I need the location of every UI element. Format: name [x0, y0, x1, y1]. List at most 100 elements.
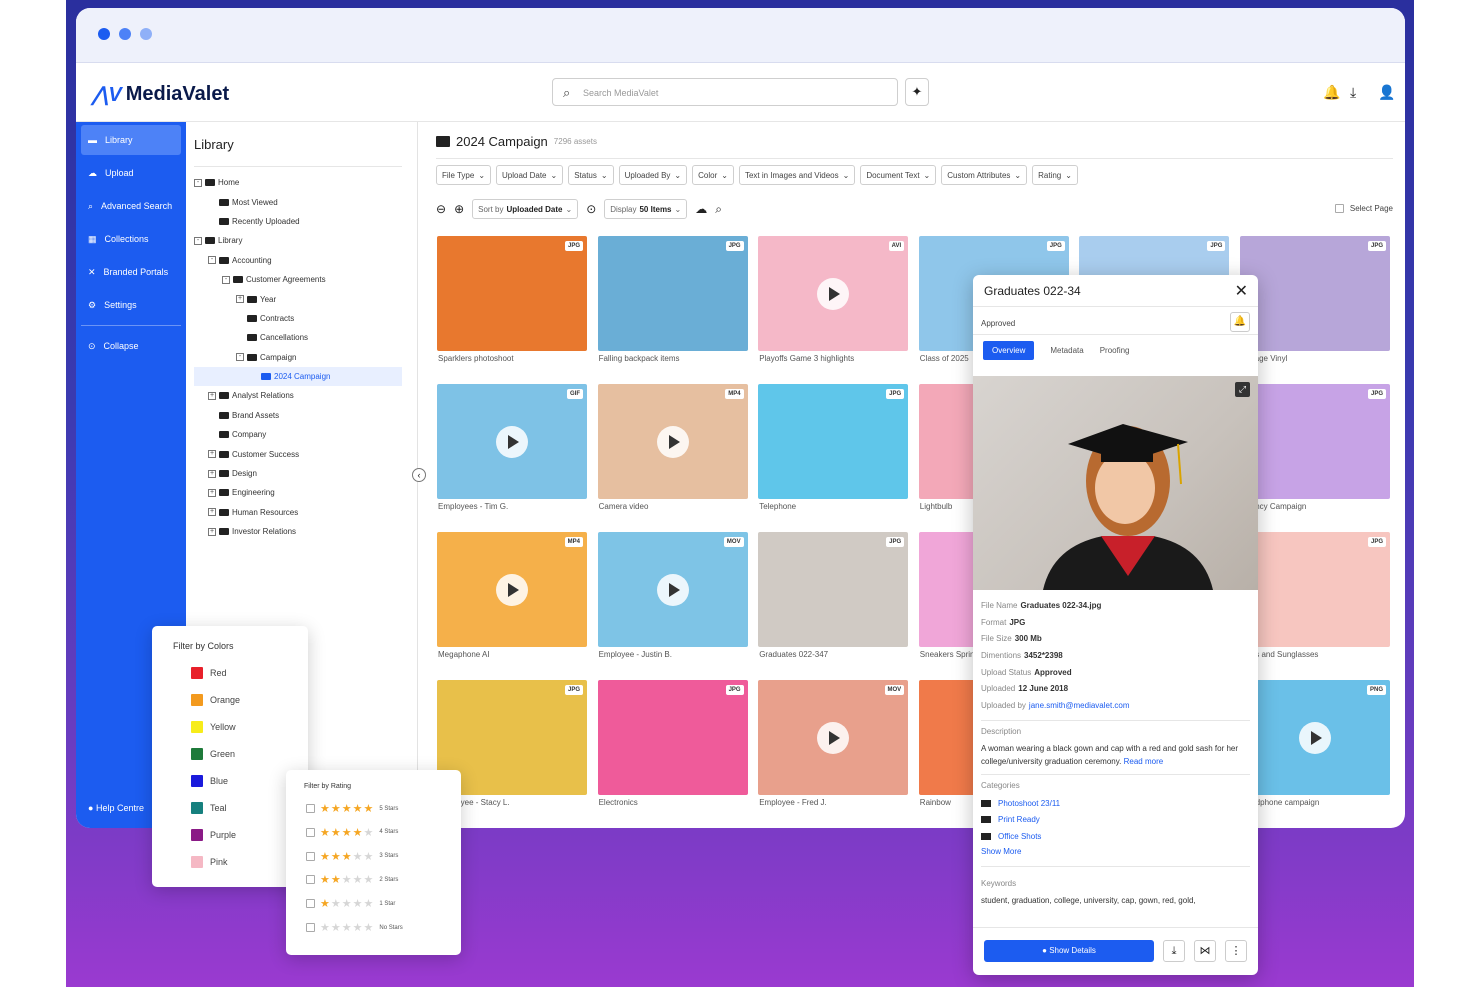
sidebar-item-upload[interactable]: ☁ Upload [81, 158, 181, 188]
asset-card[interactable]: JPG Vintage Vinyl [1240, 236, 1390, 366]
tree-node[interactable]: + Investor Relations [194, 522, 402, 541]
tree-node[interactable]: + Human Resources [194, 503, 402, 522]
category-item[interactable]: Office Shots [981, 828, 1250, 845]
tree-toggle-icon[interactable]: + [208, 527, 216, 536]
rating-option[interactable]: ★★★★★ 4 Stars [306, 826, 398, 839]
asset-thumbnail[interactable]: JPG [1240, 532, 1390, 647]
asset-thumbnail[interactable]: JPG [1240, 384, 1390, 499]
uploader-email-link[interactable]: jane.smith@mediavalet.com [1029, 701, 1130, 710]
asset-thumbnail[interactable]: JPG [1240, 236, 1390, 351]
checkbox[interactable] [306, 875, 315, 885]
tree-toggle-icon[interactable]: + [208, 450, 216, 459]
play-icon[interactable] [656, 426, 689, 458]
asset-card[interactable]: MOV Employee - Justin B. [597, 532, 748, 662]
asset-card[interactable]: MP4 Camera video [597, 384, 748, 514]
filter-status[interactable]: Status ⌄ [568, 165, 614, 185]
color-option-yellow[interactable]: Yellow [191, 721, 236, 733]
asset-thumbnail[interactable]: JPG [758, 384, 909, 499]
color-option-red[interactable]: Red [191, 667, 227, 679]
asset-thumbnail[interactable]: JPG [758, 532, 909, 647]
logo[interactable]: ⋀V MediaValet [92, 82, 229, 107]
tree-node[interactable]: - Customer Agreements [194, 270, 402, 289]
filter-custom-attributes[interactable]: Custom Attributes ⌄ [941, 165, 1028, 185]
tab-proofing[interactable]: Proofing [1100, 346, 1130, 355]
window-dot[interactable] [98, 28, 110, 40]
sidebar-item-advanced-search[interactable]: ⌕ Advanced Search [81, 191, 181, 221]
asset-thumbnail[interactable]: PNG [1240, 680, 1390, 795]
asset-thumbnail[interactable]: MP4 [597, 384, 748, 499]
tab-metadata[interactable]: Metadata [1050, 346, 1083, 355]
filter-color[interactable]: Color ⌄ [692, 165, 734, 185]
tab-overview[interactable]: Overview [983, 340, 1035, 360]
rating-option[interactable]: ★★★★★ 2 Stars [306, 873, 398, 886]
tree-toggle-icon[interactable]: + [208, 469, 216, 478]
asset-card[interactable]: JPG Agency Campaign [1240, 384, 1390, 514]
show-details-button[interactable]: ● Show Details [984, 940, 1154, 962]
play-icon[interactable] [1299, 722, 1331, 754]
search-input[interactable]: ⌕ Search MediaValet [552, 78, 898, 106]
category-link[interactable]: Photoshoot 23/11 [998, 799, 1060, 808]
checkbox[interactable] [306, 827, 315, 837]
tree-node[interactable]: + Design [194, 464, 402, 483]
share-icon[interactable]: ⋈ [1194, 940, 1216, 962]
sidebar-item-settings[interactable]: ⚙ Settings [81, 290, 181, 320]
checkbox[interactable] [306, 804, 315, 813]
rating-option[interactable]: ★★★★★ No Stars [306, 921, 403, 934]
rating-option[interactable]: ★★★★★ 5 Stars [306, 802, 398, 815]
sort-direction-icon[interactable]: ⊙ [586, 202, 596, 216]
asset-card[interactable]: JPG Telephone [758, 384, 909, 514]
expand-icon[interactable]: ⤢ [1235, 382, 1250, 397]
asset-card[interactable]: JPG Electronics [597, 680, 748, 810]
play-icon[interactable] [817, 278, 850, 310]
color-option-teal[interactable]: Teal [191, 802, 227, 814]
play-icon[interactable] [817, 722, 850, 754]
sidebar-item-branded-portals[interactable]: ✕ Branded Portals [81, 257, 181, 287]
sort-dropdown[interactable]: Sort by Uploaded Date ⌄ [472, 199, 579, 219]
zoom-out-icon[interactable]: ⊖ [436, 202, 446, 216]
tree-toggle-icon[interactable]: + [208, 391, 216, 400]
color-option-pink[interactable]: Pink [191, 856, 228, 868]
window-dot[interactable] [119, 28, 131, 40]
rating-option[interactable]: ★★★★★ 3 Stars [306, 850, 398, 863]
tree-node[interactable]: Brand Assets [194, 406, 402, 425]
close-icon[interactable]: ✕ [1235, 281, 1248, 301]
checkbox[interactable] [306, 851, 315, 861]
asset-card[interactable]: JPG Graduates 022-347 [758, 532, 909, 662]
filter-rating[interactable]: Rating ⌄ [1032, 165, 1078, 185]
cloud-upload-icon[interactable]: ☁ [695, 202, 707, 216]
tree-node[interactable]: - Campaign [194, 348, 402, 367]
ai-search-button[interactable]: ✦ [905, 78, 929, 106]
tree-toggle-icon[interactable]: + [236, 295, 244, 304]
color-option-blue[interactable]: Blue [191, 775, 228, 787]
user-icon[interactable]: 👤 [1378, 84, 1395, 101]
asset-thumbnail[interactable]: JPG [437, 236, 587, 351]
asset-thumbnail[interactable]: JPG [597, 680, 748, 795]
help-centre-link[interactable]: ● Help Centre [88, 803, 144, 813]
play-icon[interactable] [656, 574, 689, 606]
zoom-in-icon[interactable]: ⊕ [454, 202, 464, 216]
filter-text-in-images-and-videos[interactable]: Text in Images and Videos ⌄ [738, 165, 856, 185]
asset-card[interactable]: GIF Employees - Tim G. [437, 384, 587, 514]
checkbox[interactable] [1334, 204, 1344, 213]
tree-toggle-icon[interactable]: - [194, 236, 202, 245]
tree-node[interactable]: - Library [194, 231, 402, 250]
more-options-icon[interactable]: ⋮ [1225, 940, 1247, 962]
tree-node[interactable]: + Customer Success [194, 444, 402, 463]
sidebar-collapse[interactable]: ⊙ Collapse [81, 331, 181, 361]
saved-search-icon[interactable]: ⌕ [715, 202, 722, 217]
asset-card[interactable]: MP4 Megaphone AI [437, 532, 587, 662]
tree-toggle-icon[interactable]: + [208, 508, 216, 517]
tree-toggle-icon[interactable]: + [208, 488, 216, 497]
asset-thumbnail[interactable]: JPG [597, 236, 748, 351]
asset-card[interactable]: JPG Bags and Sunglasses [1240, 532, 1390, 662]
tree-node[interactable]: 2024 Campaign [194, 366, 402, 387]
filter-upload-date[interactable]: Upload Date ⌄ [496, 165, 564, 185]
checkbox[interactable] [306, 923, 315, 932]
tree-toggle-icon[interactable]: - [236, 353, 244, 362]
asset-card[interactable]: JPG Falling backpack items [597, 236, 748, 366]
asset-card[interactable]: AVI Playoffs Game 3 highlights [758, 236, 909, 366]
tree-node[interactable]: + Year [194, 289, 402, 308]
show-more-link[interactable]: Show More [981, 847, 1250, 856]
asset-card[interactable]: MOV Employee - Fred J. [758, 680, 909, 810]
tree-toggle-icon[interactable]: - [208, 256, 216, 265]
